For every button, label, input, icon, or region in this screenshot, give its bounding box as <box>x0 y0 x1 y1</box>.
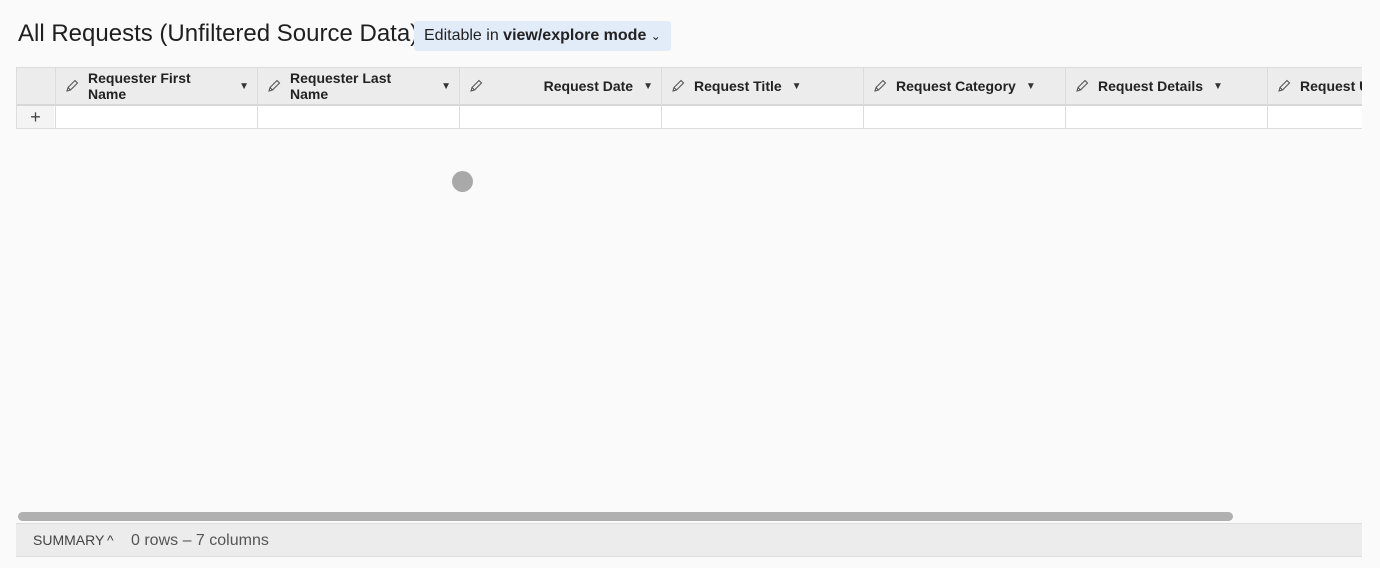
pencil-icon[interactable] <box>872 78 888 94</box>
column-header[interactable]: Request Date ▼ <box>459 68 661 104</box>
corner-cell <box>17 68 55 104</box>
pencil-icon[interactable] <box>1276 78 1292 94</box>
caret-down-icon[interactable]: ▼ <box>1026 81 1036 92</box>
pencil-icon[interactable] <box>1074 78 1090 94</box>
caret-down-icon[interactable]: ▼ <box>643 81 653 92</box>
table-header-row: Requester First Name ▼ Requester Last Name… <box>17 68 1362 106</box>
column-label: Request U <box>1300 78 1362 94</box>
column-header[interactable]: Request Details ▼ <box>1065 68 1267 104</box>
row-column-count: 0 rows – 7 columns <box>131 532 269 549</box>
column-header[interactable]: Requester Last Name ▼ <box>257 68 459 104</box>
table-cell[interactable] <box>661 106 863 128</box>
table-cell[interactable] <box>863 106 1065 128</box>
caret-down-icon[interactable]: ▼ <box>1213 81 1223 92</box>
table-cell[interactable] <box>1267 106 1362 128</box>
pencil-icon[interactable] <box>64 78 80 94</box>
column-header[interactable]: Request Title ▼ <box>661 68 863 104</box>
pencil-icon[interactable] <box>266 78 282 94</box>
page-title: All Requests (Unfiltered Source Data) <box>18 20 419 47</box>
chevron-up-icon[interactable]: ^ <box>107 524 114 557</box>
mode-value: view/explore mode <box>503 27 647 44</box>
caret-down-icon[interactable]: ▼ <box>792 81 802 92</box>
cursor-indicator <box>452 171 473 192</box>
column-header[interactable]: Request U <box>1267 68 1362 104</box>
pencil-icon[interactable] <box>468 78 484 94</box>
edit-mode-dropdown[interactable]: Editable in view/explore mode ⌄ <box>414 21 671 51</box>
caret-down-icon[interactable]: ▼ <box>441 81 451 92</box>
summary-bar: SUMMARY ^ 0 rows – 7 columns <box>16 523 1362 557</box>
chevron-down-icon: ⌄ <box>650 29 661 43</box>
table-cell[interactable] <box>257 106 459 128</box>
table-add-row: + <box>17 106 1362 128</box>
pencil-icon[interactable] <box>670 78 686 94</box>
add-row-button[interactable]: + <box>17 106 54 128</box>
column-header[interactable]: Request Category ▼ <box>863 68 1065 104</box>
column-label: Request Date <box>543 78 634 94</box>
table-cell[interactable] <box>1065 106 1267 128</box>
table-cell[interactable] <box>459 106 661 128</box>
column-label: Requester First Name <box>88 70 191 102</box>
column-label: Request Category <box>896 78 1016 94</box>
column-label: Request Title <box>694 78 782 94</box>
mode-prefix: Editable in <box>424 27 499 44</box>
data-table: Requester First Name ▼ Requester Last Name… <box>16 67 1362 129</box>
horizontal-scrollbar[interactable] <box>18 512 1233 521</box>
column-header[interactable]: Requester First Name ▼ <box>55 68 257 104</box>
caret-down-icon[interactable]: ▼ <box>239 81 249 92</box>
summary-label[interactable]: SUMMARY <box>33 524 104 557</box>
column-label: Request Details <box>1098 78 1204 94</box>
column-label: Requester Last Name <box>290 70 392 102</box>
table-cell[interactable] <box>55 106 257 128</box>
